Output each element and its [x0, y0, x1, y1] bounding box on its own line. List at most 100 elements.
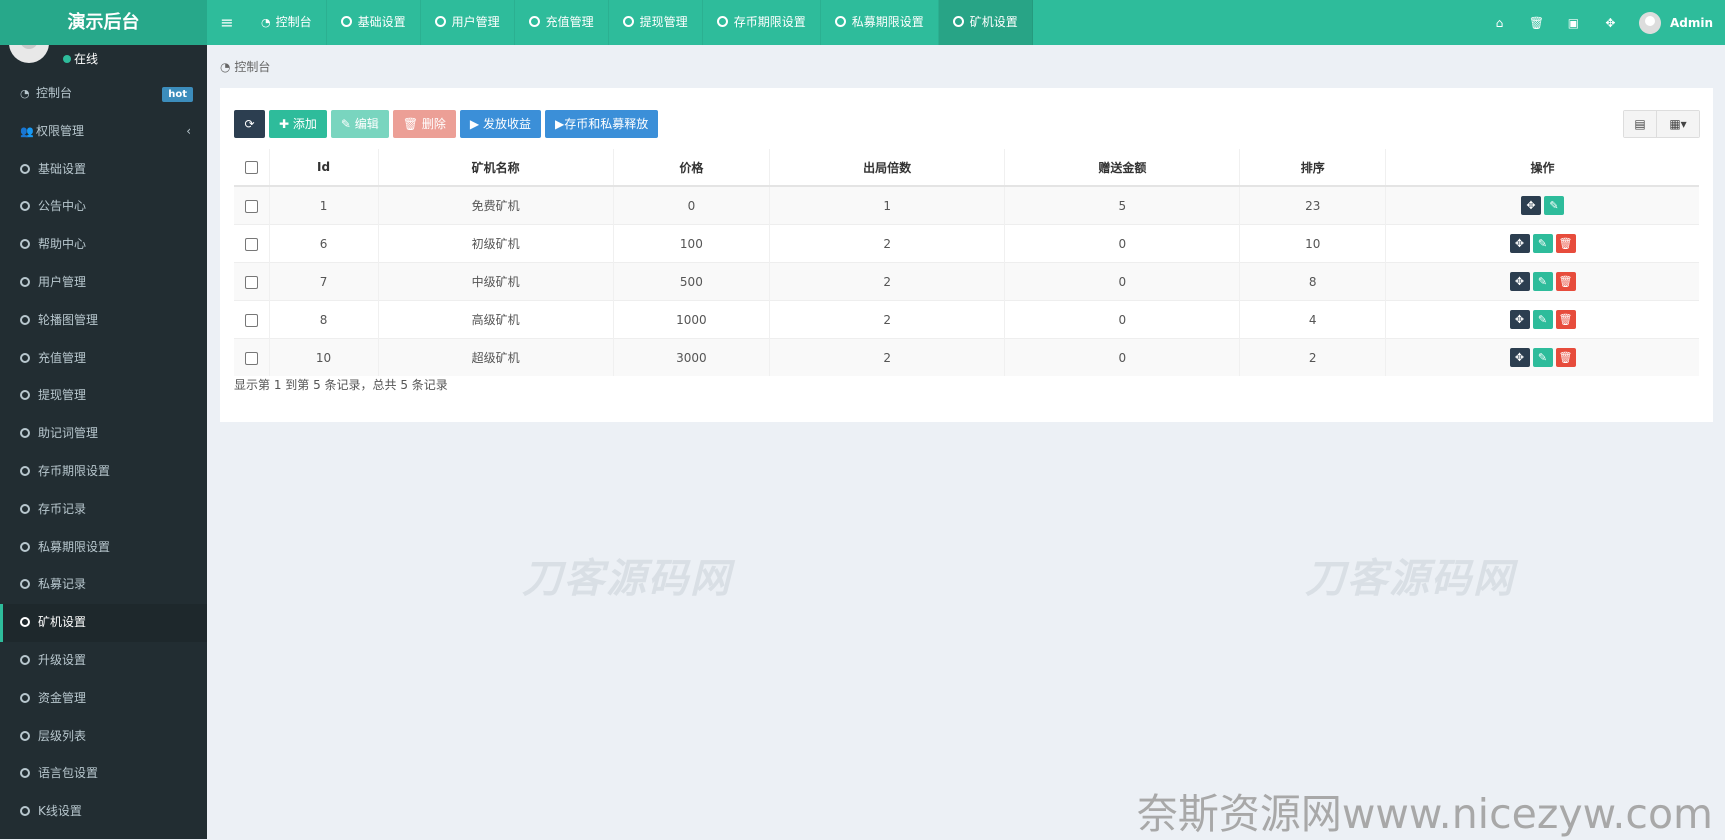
release-button[interactable]: ▶存币和私募释放	[544, 110, 659, 138]
row-checkbox[interactable]	[244, 237, 258, 251]
table-row[interactable]: 8 高级矿机 1000 2 0 4 ✥ ✎ 🗑	[234, 300, 1699, 339]
circle-icon	[20, 239, 30, 250]
column-header[interactable]: 排序	[1239, 149, 1387, 187]
columns-dropdown-icon[interactable]: ▦▾	[1656, 111, 1699, 137]
cell-multiple: 2	[769, 262, 1006, 301]
tab-1[interactable]: 基础设置	[327, 0, 421, 45]
sidebar-item-6[interactable]: 轮播图管理	[0, 302, 207, 340]
cell-id: 1	[269, 185, 379, 225]
distribute-earnings-button[interactable]: ▶ 发放收益	[459, 110, 541, 138]
sidebar-item-2[interactable]: 基础设置	[0, 151, 207, 189]
tab-2[interactable]: 用户管理	[421, 0, 515, 45]
sidebar-item-16[interactable]: 资金管理	[0, 680, 207, 718]
row-checkbox[interactable]	[244, 199, 258, 213]
sidebar-item-12[interactable]: 私募期限设置	[0, 529, 207, 567]
sidebar-item-label: 公告中心	[38, 199, 87, 214]
cell-id: 7	[269, 262, 379, 301]
hot-badge: hot	[162, 87, 193, 102]
table-row[interactable]: 7 中级矿机 500 2 0 8 ✥ ✎ 🗑	[234, 262, 1699, 301]
circle-icon	[20, 276, 30, 287]
trash-icon[interactable]: 🗑	[1555, 348, 1576, 367]
refresh-button[interactable]: ⟳	[234, 110, 265, 138]
table-header-row: Id 矿机名称 价格 出局倍数 赠送金额 排序 操作	[234, 149, 1699, 187]
column-header[interactable]: 出局倍数	[769, 149, 1006, 187]
pencil-icon[interactable]: ✎	[1532, 272, 1553, 291]
edit-button[interactable]: ✎ 编辑	[330, 110, 389, 138]
move-icon[interactable]: ✥	[1509, 234, 1530, 253]
pencil-icon[interactable]: ✎	[1532, 348, 1553, 367]
move-icon[interactable]: ✥	[1509, 348, 1530, 367]
trash-icon[interactable]: 🗑	[1555, 234, 1576, 253]
status-dot-icon	[63, 55, 71, 63]
column-header[interactable]: 操作	[1385, 149, 1699, 187]
column-header[interactable]: 矿机名称	[378, 149, 614, 187]
sidebar-menu: ◔ 控制台 hot 👥 权限管理 ‹ 基础设置公告中心帮助中心 用户管理 轮播图管理充值管理提现…	[0, 75, 207, 831]
edit-label: 编辑	[354, 117, 379, 131]
sidebar-item-1[interactable]: 👥 权限管理 ‹	[0, 113, 207, 151]
user-menu[interactable]: Admin	[1629, 11, 1725, 34]
sidebar-item-4[interactable]: 帮助中心	[0, 226, 207, 264]
sidebar-item-0[interactable]: ◔ 控制台 hot	[0, 75, 207, 113]
tab-7[interactable]: 矿机设置	[938, 0, 1033, 45]
cell-name: 超级矿机	[378, 338, 614, 376]
trash-icon[interactable]: 🗑	[1518, 16, 1555, 30]
language-icon[interactable]: ▣	[1555, 16, 1592, 30]
select-all-checkbox[interactable]	[244, 161, 258, 174]
users-icon: 👥	[20, 124, 34, 138]
sidebar-item-11[interactable]: 存币记录	[0, 491, 207, 529]
breadcrumb-item[interactable]: 控制台	[234, 60, 270, 74]
sidebar-item-7[interactable]: 充值管理	[0, 340, 207, 378]
sidebar-item-14[interactable]: 矿机设置	[0, 604, 207, 642]
sidebar-item-label: 充值管理	[38, 350, 87, 365]
pencil-icon[interactable]: ✎	[1532, 234, 1553, 253]
tab-label: 控制台	[275, 15, 312, 29]
circle-icon	[20, 465, 30, 476]
sidebar-item-15[interactable]: 升级设置	[0, 642, 207, 680]
tab-0[interactable]: ◔ 控制台	[247, 0, 327, 45]
sidebar-item-19[interactable]: K线设置	[0, 793, 207, 831]
row-checkbox[interactable]	[244, 351, 258, 365]
column-header[interactable]: 赠送金额	[1004, 149, 1241, 187]
sidebar-item-5[interactable]: 用户管理	[0, 264, 207, 302]
table-row[interactable]: 1 免费矿机 0 1 5 23 ✥ ✎	[234, 185, 1699, 225]
trash-icon[interactable]: 🗑	[1555, 310, 1576, 329]
row-checkbox[interactable]	[244, 313, 258, 327]
sidebar-item-18[interactable]: 语言包设置	[0, 755, 207, 793]
sidebar-item-8[interactable]: 提现管理	[0, 377, 207, 415]
actions-cell: ✥ ✎ 🗑	[1385, 338, 1699, 376]
sidebar-toggle-icon[interactable]: ≡	[207, 0, 247, 45]
sidebar-item-9[interactable]: 助记词管理	[0, 415, 207, 453]
circle-icon	[20, 768, 30, 779]
move-icon[interactable]: ✥	[1509, 310, 1530, 329]
sidebar-item-13[interactable]: 私募记录	[0, 566, 207, 604]
add-button[interactable]: ✚ 添加	[269, 110, 327, 138]
tab-4[interactable]: 提现管理	[609, 0, 703, 45]
circle-icon	[434, 16, 446, 27]
move-icon[interactable]: ✥	[1509, 272, 1530, 291]
delete-button[interactable]: 🗑 删除	[392, 110, 456, 138]
sidebar-item-3[interactable]: 公告中心	[0, 188, 207, 226]
table-row[interactable]: 10 超级矿机 3000 2 0 2 ✥ ✎ 🗑	[234, 338, 1699, 376]
sidebar-item-17[interactable]: 层级列表	[0, 718, 207, 756]
sidebar-item-10[interactable]: 存币期限设置	[0, 453, 207, 491]
column-header[interactable]: Id	[269, 149, 379, 187]
tab-6[interactable]: 私募期限设置	[821, 0, 939, 45]
move-icon[interactable]: ✥	[1521, 196, 1542, 215]
actions-cell: ✥ ✎ 🗑	[1385, 224, 1699, 263]
cell-name: 中级矿机	[378, 262, 614, 301]
cell-sort: 8	[1239, 262, 1387, 301]
table-row[interactable]: 6 初级矿机 100 2 0 10 ✥ ✎ 🗑	[234, 224, 1699, 263]
pencil-icon[interactable]: ✎	[1544, 196, 1565, 215]
list-view-icon[interactable]: ▤	[1624, 111, 1656, 137]
fullscreen-icon[interactable]: ✥	[1592, 16, 1629, 30]
checkbox-cell	[234, 338, 270, 376]
sidebar-item-label: 提现管理	[38, 388, 87, 403]
home-icon[interactable]: ⌂	[1481, 16, 1518, 30]
column-header[interactable]: 价格	[613, 149, 771, 187]
tab-5[interactable]: 存币期限设置	[703, 0, 821, 45]
pencil-icon[interactable]: ✎	[1532, 310, 1553, 329]
app-logo[interactable]: 演示后台	[0, 0, 207, 45]
tab-3[interactable]: 充值管理	[515, 0, 609, 45]
row-checkbox[interactable]	[244, 275, 258, 289]
trash-icon[interactable]: 🗑	[1555, 272, 1576, 291]
